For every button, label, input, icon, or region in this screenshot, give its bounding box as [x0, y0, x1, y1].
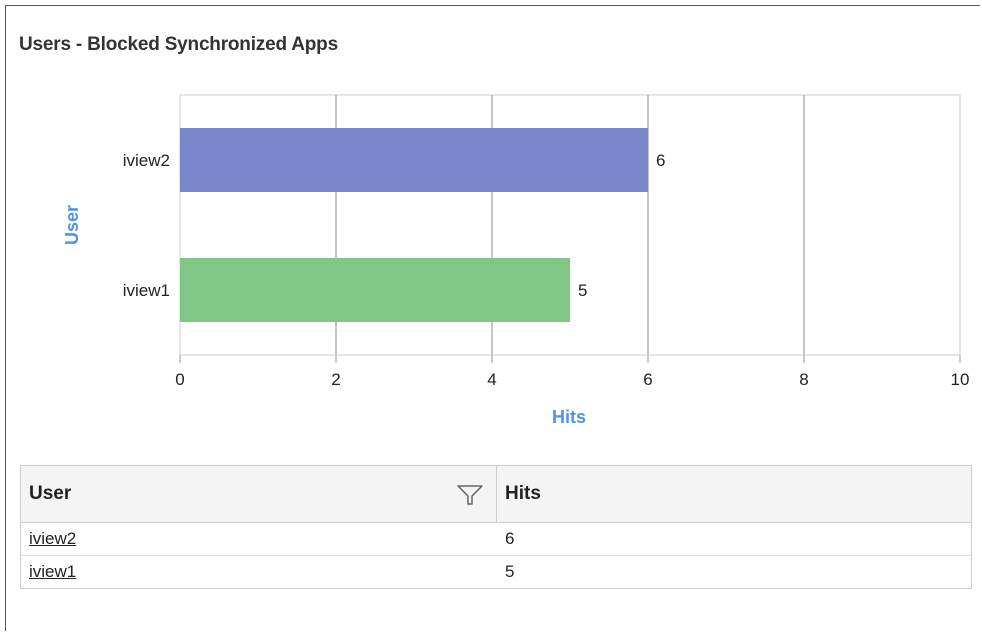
y-axis-title: User [62, 205, 82, 245]
table-row: iview1 5 [21, 556, 971, 588]
x-tick-label: 4 [487, 370, 496, 389]
user-link[interactable]: iview1 [29, 562, 76, 582]
table-cell-hits: 6 [505, 529, 515, 548]
x-tick-label: 2 [331, 370, 340, 389]
x-tick-label: 8 [799, 370, 808, 389]
table-cell-user: iview1 [21, 556, 497, 588]
table-cell-user: iview2 [21, 523, 497, 555]
category-label: iview1 [123, 281, 170, 300]
table-cell-hits: 5 [505, 562, 515, 581]
user-link[interactable]: iview2 [29, 529, 76, 549]
x-axis-title: Hits [552, 407, 586, 427]
bar-iview2 [180, 128, 648, 192]
column-header-hits-label: Hits [505, 483, 541, 504]
bar-iview1 [180, 258, 570, 322]
x-tick-label: 0 [175, 370, 184, 389]
table-header: User Hits [21, 466, 971, 523]
column-header-user[interactable]: User [21, 466, 497, 522]
column-header-hits[interactable]: Hits [497, 466, 971, 522]
x-tick-label: 10 [951, 370, 970, 389]
funnel-icon[interactable] [456, 484, 484, 506]
bar-chart: 6 iview2 5 iview1 0 2 4 6 8 10 Hits User [62, 94, 970, 427]
data-label: 6 [656, 151, 665, 170]
data-table: User Hits iview2 6 iview1 5 [20, 465, 972, 589]
category-label: iview2 [123, 151, 170, 170]
x-tick-label: 6 [643, 370, 652, 389]
column-header-user-label: User [29, 483, 72, 504]
table-row: iview2 6 [21, 523, 971, 556]
data-label: 5 [578, 281, 587, 300]
